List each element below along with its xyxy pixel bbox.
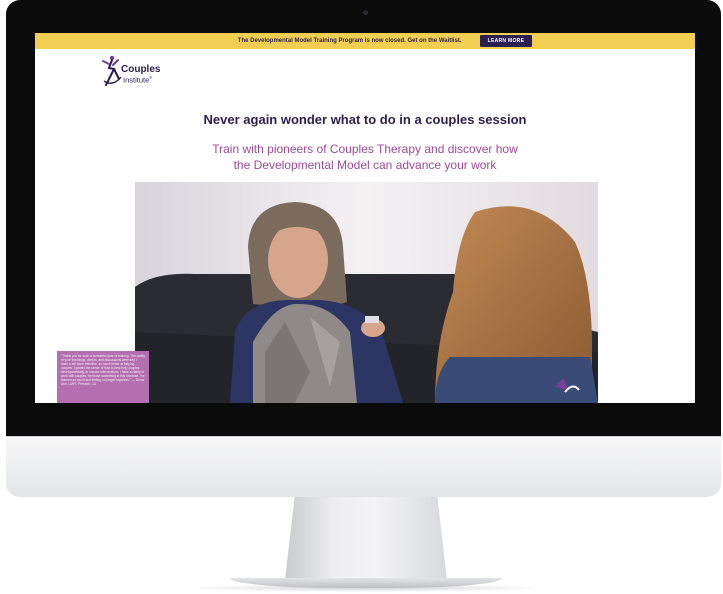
- announcement-banner: The Developmental Model Training Program…: [35, 33, 695, 49]
- logo-wordmark-couples: Couples: [121, 64, 161, 75]
- page-subheadline: Train with pioneers of Couples Therapy a…: [35, 141, 695, 173]
- logo-word-institute: Institute: [123, 75, 150, 85]
- testimonial-card: "Thank you for such a wonderful year of …: [57, 351, 149, 403]
- learn-more-button[interactable]: LEARN MORE: [479, 35, 533, 47]
- video-frame-image: [135, 182, 598, 403]
- camera-dot: [363, 10, 368, 15]
- video-player[interactable]: [135, 182, 598, 403]
- monitor-stand: [285, 496, 447, 580]
- logo-wordmark-institute: Institute®: [123, 75, 152, 85]
- subhead-line-2: the Developmental Model can advance your…: [233, 158, 497, 172]
- registered-mark: ®: [149, 75, 153, 80]
- screen: The Developmental Model Training Program…: [35, 33, 695, 403]
- page-headline: Never again wonder what to do in a coupl…: [203, 112, 527, 127]
- subhead-line-1: Train with pioneers of Couples Therapy a…: [212, 142, 518, 156]
- monitor-chin: [6, 436, 721, 497]
- banner-text: The Developmental Model Training Program…: [237, 38, 462, 44]
- couples-institute-logo[interactable]: Couples Institute®: [101, 55, 181, 87]
- monitor-mockup: The Developmental Model Training Program…: [0, 0, 723, 594]
